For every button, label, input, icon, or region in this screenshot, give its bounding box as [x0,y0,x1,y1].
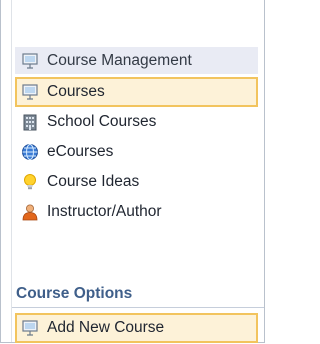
person-icon [21,203,39,221]
nav-item-label: School Courses [47,113,157,130]
nav-item-courses[interactable]: Courses [15,77,258,107]
presentation-board-icon [21,83,39,101]
nav-item-school-courses[interactable]: School Courses [15,107,258,137]
course-options-heading: Course Options [16,285,133,302]
options-divider [12,307,264,308]
nav-item-course-ideas[interactable]: Course Ideas [15,167,258,197]
nav-item-label: Course Ideas [47,173,140,190]
nav-item-instructor-author[interactable]: Instructor/Author [15,197,258,227]
nav-item-label: Courses [47,83,105,100]
nav-item-label: Instructor/Author [47,203,162,220]
panel-body: Course Management Courses School Courses… [11,0,264,343]
lightbulb-icon [21,173,39,191]
course-navigation-panel: Course Management Courses School Courses… [0,0,265,343]
add-new-course-button[interactable]: Add New Course [15,313,258,343]
course-nav-list: Courses School Courses eCourses Course I… [15,77,258,227]
globe-icon [21,143,39,161]
building-icon [21,113,39,131]
presentation-board-icon [21,52,39,70]
nav-item-ecourses[interactable]: eCourses [15,137,258,167]
course-management-header[interactable]: Course Management [15,47,258,74]
add-new-course-label: Add New Course [47,319,165,336]
presentation-board-icon [21,319,39,337]
nav-item-label: eCourses [47,143,114,160]
section-title: Course Management [47,51,192,69]
